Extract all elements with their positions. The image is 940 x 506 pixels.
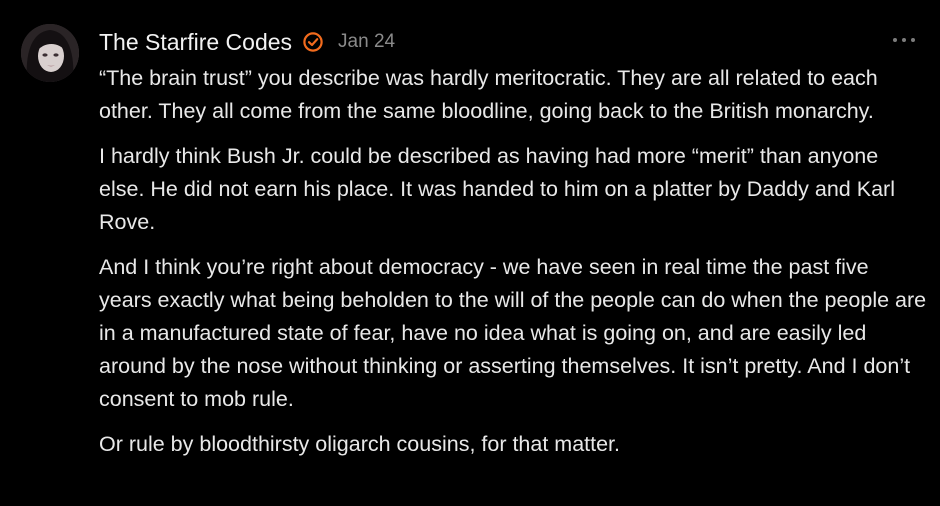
comment-paragraph: I hardly think Bush Jr. could be describ… bbox=[99, 144, 895, 234]
more-dots-icon bbox=[902, 38, 906, 42]
author-name[interactable]: The Starfire Codes bbox=[99, 29, 292, 56]
more-dots-icon bbox=[911, 38, 915, 42]
more-options-button[interactable] bbox=[893, 30, 915, 50]
comment-header: The Starfire Codes Jan 24 bbox=[99, 26, 395, 58]
comment-paragraph: And I think you’re right about democracy… bbox=[99, 255, 927, 411]
comment: The Starfire Codes Jan 24 “The brain tru… bbox=[0, 0, 940, 506]
avatar-portrait-icon bbox=[21, 24, 79, 82]
comment-paragraph: Or rule by bloodthirsty oligarch cousins… bbox=[99, 432, 621, 456]
comment-body: “The brain trust” you describe was hardl… bbox=[99, 62, 927, 473]
comment-date[interactable]: Jan 24 bbox=[338, 31, 395, 53]
more-dots-icon bbox=[893, 38, 897, 42]
comment-paragraph: “The brain trust” you describe was hardl… bbox=[99, 66, 878, 123]
verified-check-icon bbox=[302, 31, 324, 53]
avatar[interactable] bbox=[21, 24, 79, 82]
